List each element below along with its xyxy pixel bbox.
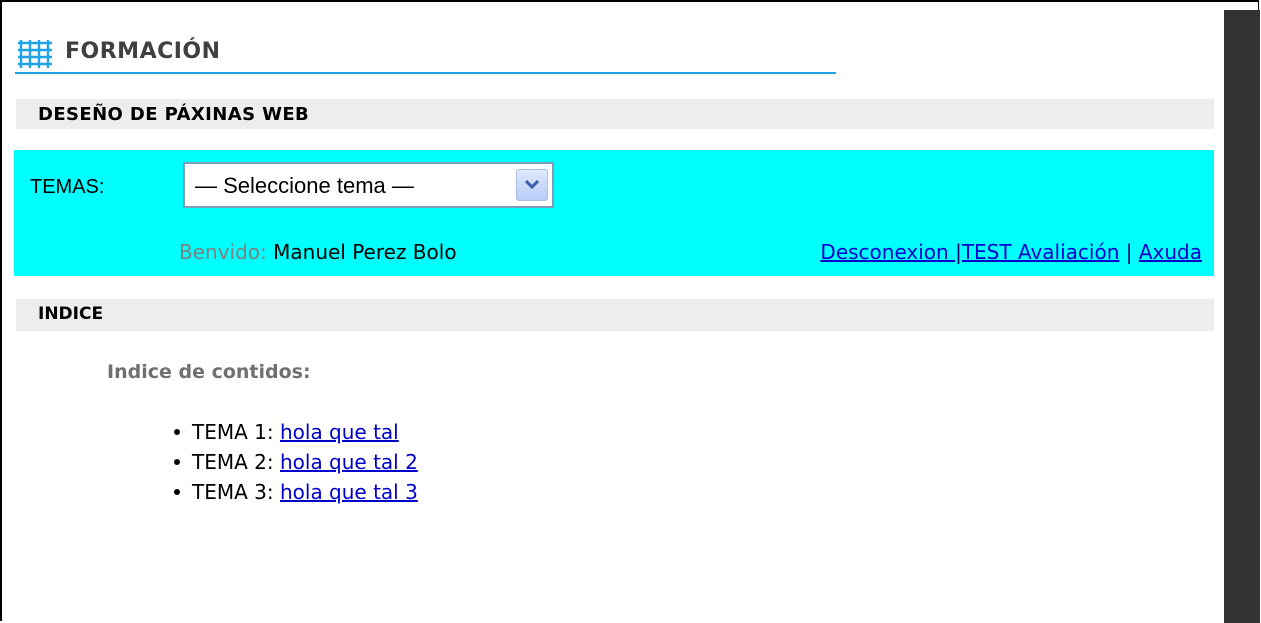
topic-select-value: — Seleccione tema —: [195, 173, 414, 198]
page-header: FORMACIÓN: [15, 36, 836, 74]
chevron-down-icon: [525, 179, 539, 190]
topic-link[interactable]: hola que tal 3: [280, 480, 418, 504]
bullet-icon: [174, 428, 180, 435]
list-item: TEMA 3: hola que tal 3: [174, 478, 418, 508]
welcome-message: Benvido: Manuel Perez Bolo: [179, 240, 457, 264]
link-separator: |: [1119, 240, 1139, 264]
topic-list: TEMA 1: hola que tal TEMA 2: hola que ta…: [174, 418, 418, 508]
index-heading: Indice de contidos:: [107, 361, 311, 383]
topic-label: TEMA 2:: [192, 450, 280, 474]
topic-link[interactable]: hola que tal: [280, 420, 399, 444]
help-link[interactable]: Axuda: [1139, 240, 1202, 264]
test-link[interactable]: TEST Avaliación: [962, 240, 1120, 264]
list-item: TEMA 1: hola que tal: [174, 418, 418, 448]
temas-label: TEMAS:: [30, 176, 105, 198]
logout-link[interactable]: Desconexion: [820, 240, 955, 264]
scrollbar[interactable]: [1224, 10, 1260, 623]
page-title: FORMACIÓN: [65, 39, 221, 64]
topic-select[interactable]: — Seleccione tema —: [183, 162, 554, 208]
user-links: Desconexion |TEST Avaliación | Axuda: [820, 240, 1202, 264]
index-bar: INDICE: [16, 299, 1214, 331]
dropdown-arrow-button[interactable]: [516, 169, 548, 201]
link-separator: |: [955, 240, 962, 264]
course-title-bar: DESEÑO DE PÁXINAS WEB: [16, 99, 1214, 129]
list-item: TEMA 2: hola que tal 2: [174, 448, 418, 478]
user-name: Manuel Perez Bolo: [273, 240, 457, 264]
topic-label: TEMA 3:: [192, 480, 280, 504]
bullet-icon: [174, 458, 180, 465]
topic-panel: TEMAS: — Seleccione tema — Benvido: Manu…: [14, 150, 1214, 276]
grid-icon: [18, 40, 52, 68]
topic-link[interactable]: hola que tal 2: [280, 450, 418, 474]
bullet-icon: [174, 488, 180, 495]
topic-label: TEMA 1:: [192, 420, 280, 444]
welcome-label: Benvido:: [179, 240, 267, 264]
